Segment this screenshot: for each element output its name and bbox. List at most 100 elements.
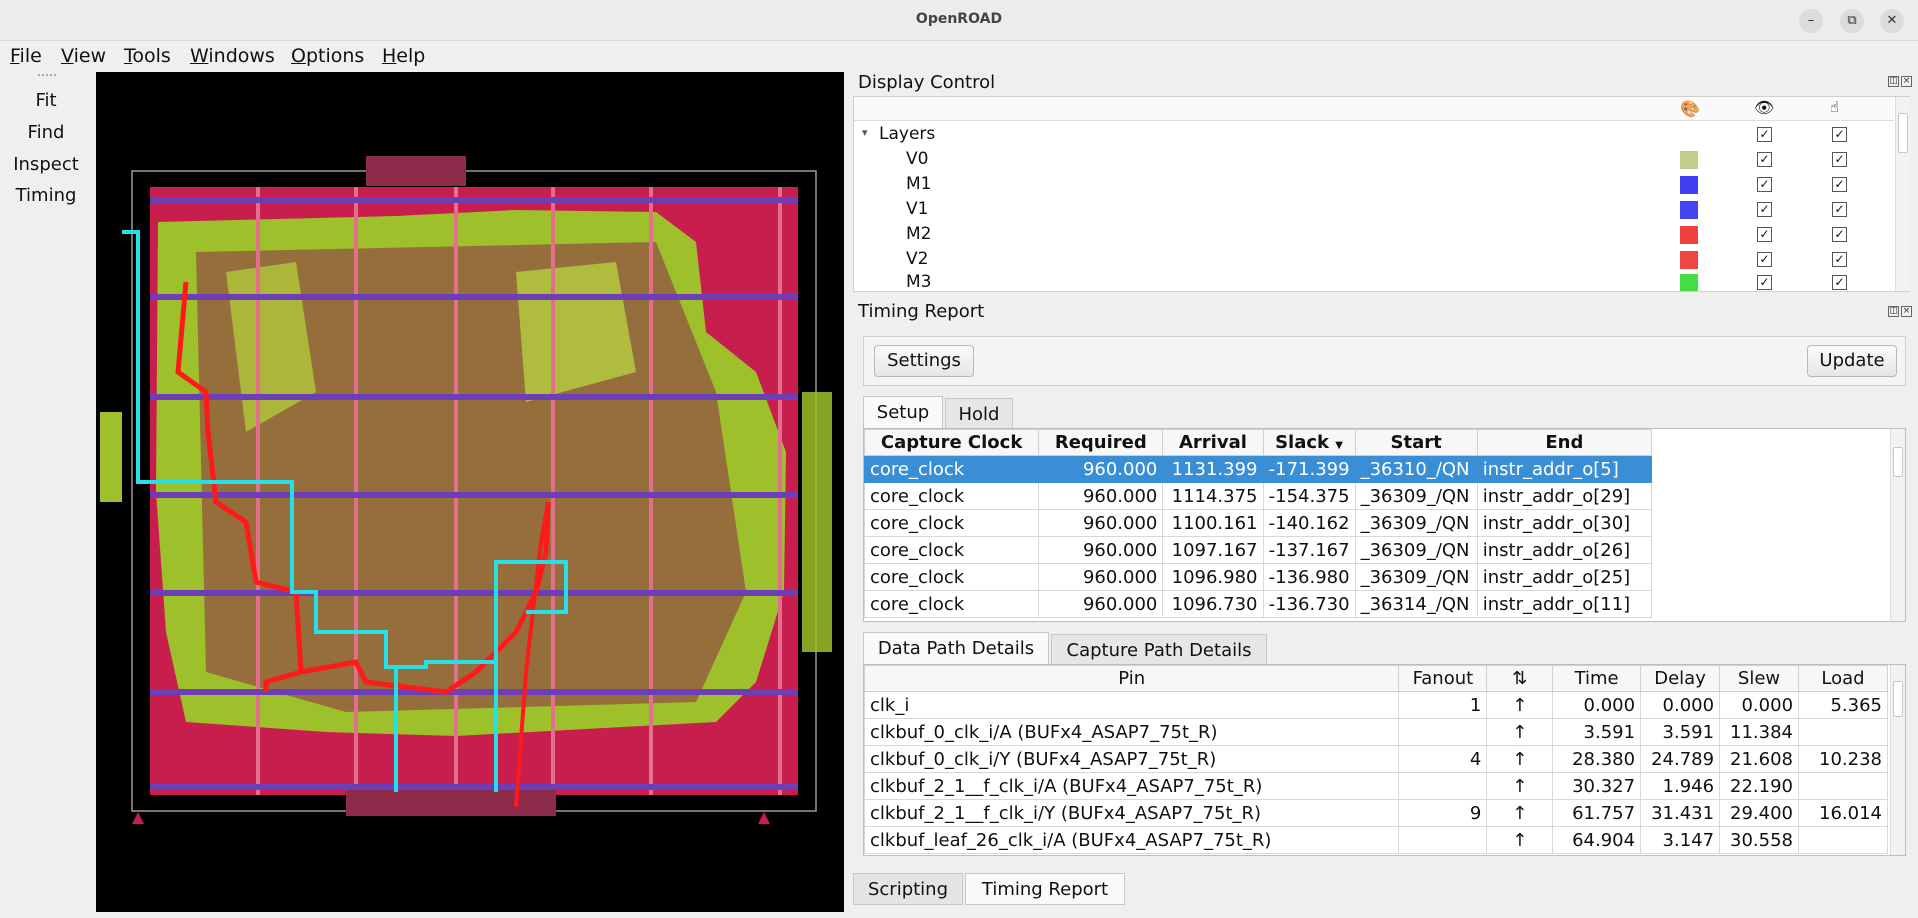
- visibility-checkbox[interactable]: ✓: [1757, 202, 1772, 217]
- cell: 16.014: [1798, 799, 1888, 827]
- float-icon[interactable]: ◫: [1888, 306, 1899, 317]
- tree-row-layer[interactable]: V1 ✓ ✓: [854, 198, 1894, 223]
- layer-color-swatch[interactable]: [1680, 176, 1698, 194]
- col-time[interactable]: Time: [1552, 665, 1642, 692]
- table-row[interactable]: clkbuf_2_1__f_clk_i/Y (BUFx4_ASAP7_75t_R…: [863, 799, 1888, 827]
- tab-capture-path-details[interactable]: Capture Path Details: [1051, 634, 1267, 666]
- col-pin[interactable]: Pin: [863, 665, 1400, 692]
- selectable-checkbox[interactable]: ✓: [1832, 177, 1847, 192]
- menu-view[interactable]: View: [61, 45, 106, 67]
- timing-toolbar: Settings Update: [863, 336, 1906, 386]
- table-row[interactable]: core_clock 960.000 1131.399 -171.399 _36…: [863, 455, 1653, 483]
- menu-tools[interactable]: Tools: [124, 45, 171, 67]
- col-slack[interactable]: Slack ▼: [1262, 429, 1356, 456]
- inspect-button[interactable]: Inspect: [0, 154, 92, 175]
- layer-color-swatch[interactable]: [1680, 251, 1698, 269]
- selectable-checkbox[interactable]: ✓: [1832, 227, 1847, 242]
- fit-button[interactable]: Fit: [0, 90, 92, 111]
- path-table-scrollbar[interactable]: [1890, 429, 1905, 621]
- cell: 28.380: [1552, 745, 1642, 773]
- detail-table-scrollbar[interactable]: [1890, 665, 1905, 855]
- menu-file[interactable]: File: [10, 45, 42, 67]
- col-start[interactable]: Start: [1354, 429, 1478, 456]
- table-row[interactable]: core_clock 960.000 1097.167 -137.167 _36…: [863, 536, 1653, 564]
- menu-help[interactable]: Help: [382, 45, 425, 67]
- close-icon[interactable]: ×: [1901, 306, 1912, 317]
- layer-color-swatch[interactable]: [1680, 274, 1698, 291]
- col-end[interactable]: End: [1476, 429, 1653, 456]
- scrollbar-thumb[interactable]: [1893, 681, 1903, 717]
- menu-windows[interactable]: Windows: [190, 45, 275, 67]
- table-row[interactable]: clkbuf_2_1__f_clk_i/A (BUFx4_ASAP7_75t_R…: [863, 772, 1888, 800]
- table-row[interactable]: clk_i 1 ↑ 0.000 0.000 0.000 5.365: [863, 691, 1888, 719]
- tab-hold[interactable]: Hold: [945, 398, 1013, 430]
- detail-table-frame: Pin Fanout ⇅ Time Delay Slew Load clk_i …: [863, 664, 1906, 856]
- table-row[interactable]: core_clock 960.000 1100.161 -140.162 _36…: [863, 509, 1653, 537]
- minimize-button[interactable]: –: [1799, 9, 1823, 33]
- table-row[interactable]: core_clock 960.000 1096.730 -136.730 _36…: [863, 590, 1653, 618]
- toolbar-grip[interactable]: [38, 74, 56, 78]
- layer-color-swatch[interactable]: [1680, 201, 1698, 219]
- table-row[interactable]: core_clock 960.000 1096.980 -136.980 _36…: [863, 563, 1653, 591]
- tab-timing-report[interactable]: Timing Report: [965, 873, 1125, 905]
- cell: core_clock: [863, 482, 1040, 510]
- visibility-checkbox[interactable]: ✓: [1757, 275, 1772, 290]
- cell: instr_addr_o[29]: [1476, 482, 1653, 510]
- tab-scripting[interactable]: Scripting: [853, 873, 963, 905]
- display-control-scrollbar[interactable]: [1895, 97, 1910, 291]
- cell: 960.000: [1038, 536, 1164, 564]
- col-delay[interactable]: Delay: [1640, 665, 1721, 692]
- tree-row-layer[interactable]: M1 ✓ ✓: [854, 173, 1894, 198]
- menu-options[interactable]: Options: [291, 45, 364, 67]
- selectable-checkbox[interactable]: ✓: [1832, 275, 1847, 290]
- find-button[interactable]: Find: [0, 122, 92, 143]
- tree-row-layer[interactable]: M3 ✓ ✓: [854, 271, 1894, 291]
- col-load[interactable]: Load: [1798, 665, 1888, 692]
- expand-arrow-icon[interactable]: ▾: [862, 126, 868, 139]
- selectable-checkbox[interactable]: ✓: [1832, 152, 1847, 167]
- menu-mnemonic: W: [190, 45, 209, 67]
- menu-label: indows: [208, 45, 275, 67]
- selectable-checkbox[interactable]: ✓: [1832, 127, 1847, 142]
- cell: instr_addr_o[25]: [1476, 563, 1653, 591]
- visibility-checkbox[interactable]: ✓: [1757, 152, 1772, 167]
- visibility-checkbox[interactable]: ✓: [1757, 227, 1772, 242]
- col-rise-fall[interactable]: ⇅: [1486, 665, 1554, 692]
- selectable-checkbox[interactable]: ✓: [1832, 252, 1847, 267]
- tree-row-layers[interactable]: ▾ Layers ✓ ✓: [854, 123, 1894, 148]
- tab-setup[interactable]: Setup: [863, 396, 943, 428]
- visibility-checkbox[interactable]: ✓: [1757, 252, 1772, 267]
- selectable-checkbox[interactable]: ✓: [1832, 202, 1847, 217]
- close-button[interactable]: ✕: [1880, 9, 1904, 33]
- scrollbar-thumb[interactable]: [1898, 113, 1908, 153]
- float-icon[interactable]: ◫: [1888, 76, 1899, 87]
- col-capture-clock[interactable]: Capture Clock: [863, 429, 1040, 456]
- table-row[interactable]: clkbuf_0_clk_i/Y (BUFx4_ASAP7_75t_R) 4 ↑…: [863, 745, 1888, 773]
- visibility-checkbox[interactable]: ✓: [1757, 127, 1772, 142]
- col-required[interactable]: Required: [1038, 429, 1164, 456]
- cell: 3.591: [1552, 718, 1642, 746]
- col-slew[interactable]: Slew: [1719, 665, 1800, 692]
- tree-row-layer[interactable]: M2 ✓ ✓: [854, 223, 1894, 248]
- restore-button[interactable]: ⧉: [1840, 9, 1864, 33]
- layout-canvas[interactable]: [96, 72, 844, 912]
- tree-row-layer[interactable]: V2 ✓ ✓: [854, 248, 1894, 273]
- cell: 4: [1398, 745, 1488, 773]
- layer-color-swatch[interactable]: [1680, 226, 1698, 244]
- tree-row-layer[interactable]: V0 ✓ ✓: [854, 148, 1894, 173]
- tab-data-path-details[interactable]: Data Path Details: [863, 632, 1049, 664]
- layer-color-swatch[interactable]: [1680, 151, 1698, 169]
- cell: 31.431: [1640, 799, 1721, 827]
- table-row[interactable]: clkbuf_leaf_26_clk_i/A (BUFx4_ASAP7_75t_…: [863, 826, 1888, 854]
- col-arrival[interactable]: Arrival: [1162, 429, 1264, 456]
- scrollbar-thumb[interactable]: [1893, 447, 1903, 477]
- table-row[interactable]: clkbuf_0_clk_i/A (BUFx4_ASAP7_75t_R) ↑ 3…: [863, 718, 1888, 746]
- cell: 960.000: [1038, 509, 1164, 537]
- table-row[interactable]: core_clock 960.000 1114.375 -154.375 _36…: [863, 482, 1653, 510]
- col-fanout[interactable]: Fanout: [1398, 665, 1488, 692]
- close-icon[interactable]: ×: [1901, 76, 1912, 87]
- update-button[interactable]: Update: [1807, 345, 1897, 377]
- timing-button[interactable]: Timing: [0, 185, 92, 206]
- visibility-checkbox[interactable]: ✓: [1757, 177, 1772, 192]
- settings-button[interactable]: Settings: [874, 345, 974, 377]
